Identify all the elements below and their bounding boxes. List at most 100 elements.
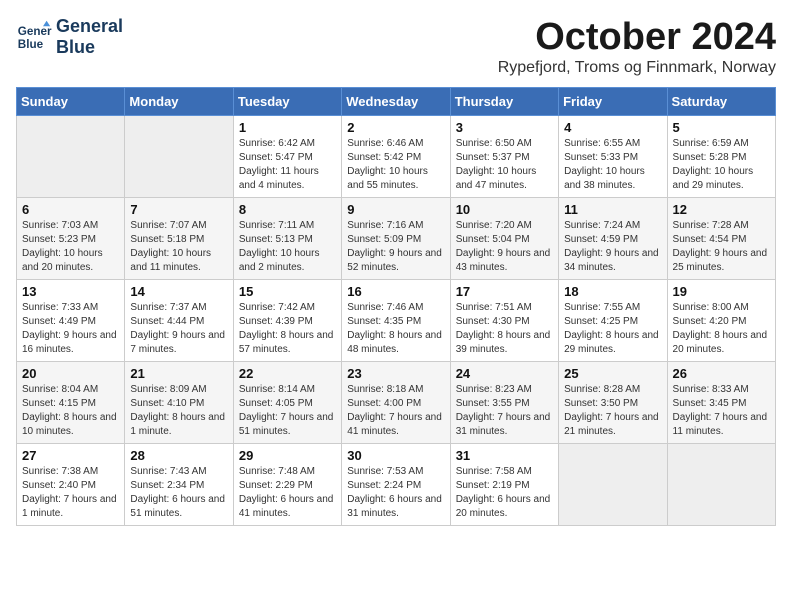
day-number: 26: [673, 366, 770, 381]
day-number: 14: [130, 284, 227, 299]
calendar-body: 1 Sunrise: 6:42 AM Sunset: 5:47 PM Daylig…: [17, 116, 776, 526]
day-info: Sunrise: 7:38 AM Sunset: 2:40 PM Dayligh…: [22, 465, 119, 521]
day-number: 12: [673, 202, 770, 217]
day-info: Sunrise: 6:55 AM Sunset: 5:33 PM Dayligh…: [564, 137, 661, 193]
day-number: 19: [673, 284, 770, 299]
weekday-sunday: Sunday: [17, 88, 125, 116]
day-number: 9: [347, 202, 444, 217]
day-info: Sunrise: 8:04 AM Sunset: 4:15 PM Dayligh…: [22, 383, 119, 439]
svg-text:Blue: Blue: [18, 38, 44, 51]
day-info: Sunrise: 7:07 AM Sunset: 5:18 PM Dayligh…: [130, 219, 227, 275]
day-number: 10: [456, 202, 553, 217]
day-number: 15: [239, 284, 336, 299]
day-info: Sunrise: 7:03 AM Sunset: 5:23 PM Dayligh…: [22, 219, 119, 275]
calendar-cell: 28Sunrise: 7:43 AM Sunset: 2:34 PM Dayli…: [125, 444, 233, 526]
day-info: Sunrise: 7:43 AM Sunset: 2:34 PM Dayligh…: [130, 465, 227, 521]
logo: General Blue General Blue: [16, 16, 123, 58]
day-number: 24: [456, 366, 553, 381]
title-block: October 2024 Rypefjord, Troms og Finnmar…: [498, 16, 776, 77]
day-number: 8: [239, 202, 336, 217]
calendar-cell: 2 Sunrise: 6:46 AM Sunset: 5:42 PM Daylig…: [342, 116, 450, 198]
day-number: 30: [347, 448, 444, 463]
calendar-cell: 21 Sunrise: 8:09 AM Sunset: 4:10 PM Dayli…: [125, 362, 233, 444]
day-number: 3: [456, 120, 553, 135]
day-info: Sunrise: 8:14 AM Sunset: 4:05 PM Dayligh…: [239, 383, 336, 439]
day-number: 21: [130, 366, 227, 381]
calendar-cell: 29 Sunrise: 7:48 AM Sunset: 2:29 PM Dayli…: [233, 444, 341, 526]
location-subtitle: Rypefjord, Troms og Finnmark, Norway: [498, 59, 776, 77]
day-info: Sunrise: 7:53 AM Sunset: 2:24 PM Dayligh…: [347, 465, 444, 521]
day-info: Sunrise: 8:28 AM Sunset: 3:50 PM Dayligh…: [564, 383, 661, 439]
weekday-thursday: Thursday: [450, 88, 558, 116]
day-info: Sunrise: 7:48 AM Sunset: 2:29 PM Dayligh…: [239, 465, 336, 521]
day-number: 20: [22, 366, 119, 381]
calendar-cell: [667, 444, 775, 526]
day-number: 31: [456, 448, 553, 463]
calendar-cell: [559, 444, 667, 526]
calendar-cell: 24 Sunrise: 8:23 AM Sunset: 3:55 PM Dayli…: [450, 362, 558, 444]
calendar-cell: 8Sunrise: 7:11 AM Sunset: 5:13 PM Daylig…: [233, 198, 341, 280]
day-number: 18: [564, 284, 661, 299]
day-number: 4: [564, 120, 661, 135]
calendar-cell: 5Sunrise: 6:59 AM Sunset: 5:28 PM Daylig…: [667, 116, 775, 198]
weekday-tuesday: Tuesday: [233, 88, 341, 116]
calendar-week-5: 27 Sunrise: 7:38 AM Sunset: 2:40 PM Dayli…: [17, 444, 776, 526]
weekday-header-row: SundayMondayTuesdayWednesdayThursdayFrid…: [17, 88, 776, 116]
calendar-cell: 6 Sunrise: 7:03 AM Sunset: 5:23 PM Daylig…: [17, 198, 125, 280]
page-header: General Blue General Blue October 2024 R…: [16, 16, 776, 77]
calendar-week-4: 20 Sunrise: 8:04 AM Sunset: 4:15 PM Dayli…: [17, 362, 776, 444]
calendar-cell: 23 Sunrise: 8:18 AM Sunset: 4:00 PM Dayli…: [342, 362, 450, 444]
day-info: Sunrise: 6:46 AM Sunset: 5:42 PM Dayligh…: [347, 137, 444, 193]
weekday-saturday: Saturday: [667, 88, 775, 116]
day-info: Sunrise: 6:59 AM Sunset: 5:28 PM Dayligh…: [673, 137, 770, 193]
weekday-monday: Monday: [125, 88, 233, 116]
day-number: 16: [347, 284, 444, 299]
calendar-week-1: 1 Sunrise: 6:42 AM Sunset: 5:47 PM Daylig…: [17, 116, 776, 198]
day-number: 1: [239, 120, 336, 135]
calendar-cell: 22Sunrise: 8:14 AM Sunset: 4:05 PM Dayli…: [233, 362, 341, 444]
day-info: Sunrise: 8:18 AM Sunset: 4:00 PM Dayligh…: [347, 383, 444, 439]
day-info: Sunrise: 7:37 AM Sunset: 4:44 PM Dayligh…: [130, 301, 227, 357]
calendar-cell: 17 Sunrise: 7:51 AM Sunset: 4:30 PM Dayli…: [450, 280, 558, 362]
day-info: Sunrise: 7:51 AM Sunset: 4:30 PM Dayligh…: [456, 301, 553, 357]
day-number: 2: [347, 120, 444, 135]
day-info: Sunrise: 7:20 AM Sunset: 5:04 PM Dayligh…: [456, 219, 553, 275]
day-info: Sunrise: 8:09 AM Sunset: 4:10 PM Dayligh…: [130, 383, 227, 439]
calendar-cell: 26Sunrise: 8:33 AM Sunset: 3:45 PM Dayli…: [667, 362, 775, 444]
calendar-cell: 27 Sunrise: 7:38 AM Sunset: 2:40 PM Dayli…: [17, 444, 125, 526]
weekday-wednesday: Wednesday: [342, 88, 450, 116]
calendar-cell: 3Sunrise: 6:50 AM Sunset: 5:37 PM Daylig…: [450, 116, 558, 198]
calendar-cell: 20 Sunrise: 8:04 AM Sunset: 4:15 PM Dayli…: [17, 362, 125, 444]
day-number: 29: [239, 448, 336, 463]
day-info: Sunrise: 7:16 AM Sunset: 5:09 PM Dayligh…: [347, 219, 444, 275]
day-number: 23: [347, 366, 444, 381]
calendar-cell: 30 Sunrise: 7:53 AM Sunset: 2:24 PM Dayli…: [342, 444, 450, 526]
day-number: 11: [564, 202, 661, 217]
day-info: Sunrise: 8:23 AM Sunset: 3:55 PM Dayligh…: [456, 383, 553, 439]
day-number: 27: [22, 448, 119, 463]
calendar-cell: 19Sunrise: 8:00 AM Sunset: 4:20 PM Dayli…: [667, 280, 775, 362]
day-info: Sunrise: 6:42 AM Sunset: 5:47 PM Dayligh…: [239, 137, 336, 193]
day-number: 7: [130, 202, 227, 217]
calendar-cell: 31 Sunrise: 7:58 AM Sunset: 2:19 PM Dayli…: [450, 444, 558, 526]
calendar-cell: 25Sunrise: 8:28 AM Sunset: 3:50 PM Dayli…: [559, 362, 667, 444]
weekday-friday: Friday: [559, 88, 667, 116]
calendar-cell: 1 Sunrise: 6:42 AM Sunset: 5:47 PM Daylig…: [233, 116, 341, 198]
day-number: 6: [22, 202, 119, 217]
calendar-cell: [125, 116, 233, 198]
calendar-cell: 14 Sunrise: 7:37 AM Sunset: 4:44 PM Dayli…: [125, 280, 233, 362]
day-info: Sunrise: 7:24 AM Sunset: 4:59 PM Dayligh…: [564, 219, 661, 275]
day-info: Sunrise: 7:42 AM Sunset: 4:39 PM Dayligh…: [239, 301, 336, 357]
calendar-cell: 4 Sunrise: 6:55 AM Sunset: 5:33 PM Daylig…: [559, 116, 667, 198]
day-info: Sunrise: 7:58 AM Sunset: 2:19 PM Dayligh…: [456, 465, 553, 521]
calendar-cell: 13Sunrise: 7:33 AM Sunset: 4:49 PM Dayli…: [17, 280, 125, 362]
day-number: 17: [456, 284, 553, 299]
calendar-cell: 10 Sunrise: 7:20 AM Sunset: 5:04 PM Dayli…: [450, 198, 558, 280]
calendar-cell: 12Sunrise: 7:28 AM Sunset: 4:54 PM Dayli…: [667, 198, 775, 280]
day-info: Sunrise: 7:33 AM Sunset: 4:49 PM Dayligh…: [22, 301, 119, 357]
day-info: Sunrise: 7:55 AM Sunset: 4:25 PM Dayligh…: [564, 301, 661, 357]
calendar-cell: 9 Sunrise: 7:16 AM Sunset: 5:09 PM Daylig…: [342, 198, 450, 280]
calendar-table: SundayMondayTuesdayWednesdayThursdayFrid…: [16, 87, 776, 526]
svg-text:General: General: [18, 25, 52, 38]
calendar-week-3: 13Sunrise: 7:33 AM Sunset: 4:49 PM Dayli…: [17, 280, 776, 362]
